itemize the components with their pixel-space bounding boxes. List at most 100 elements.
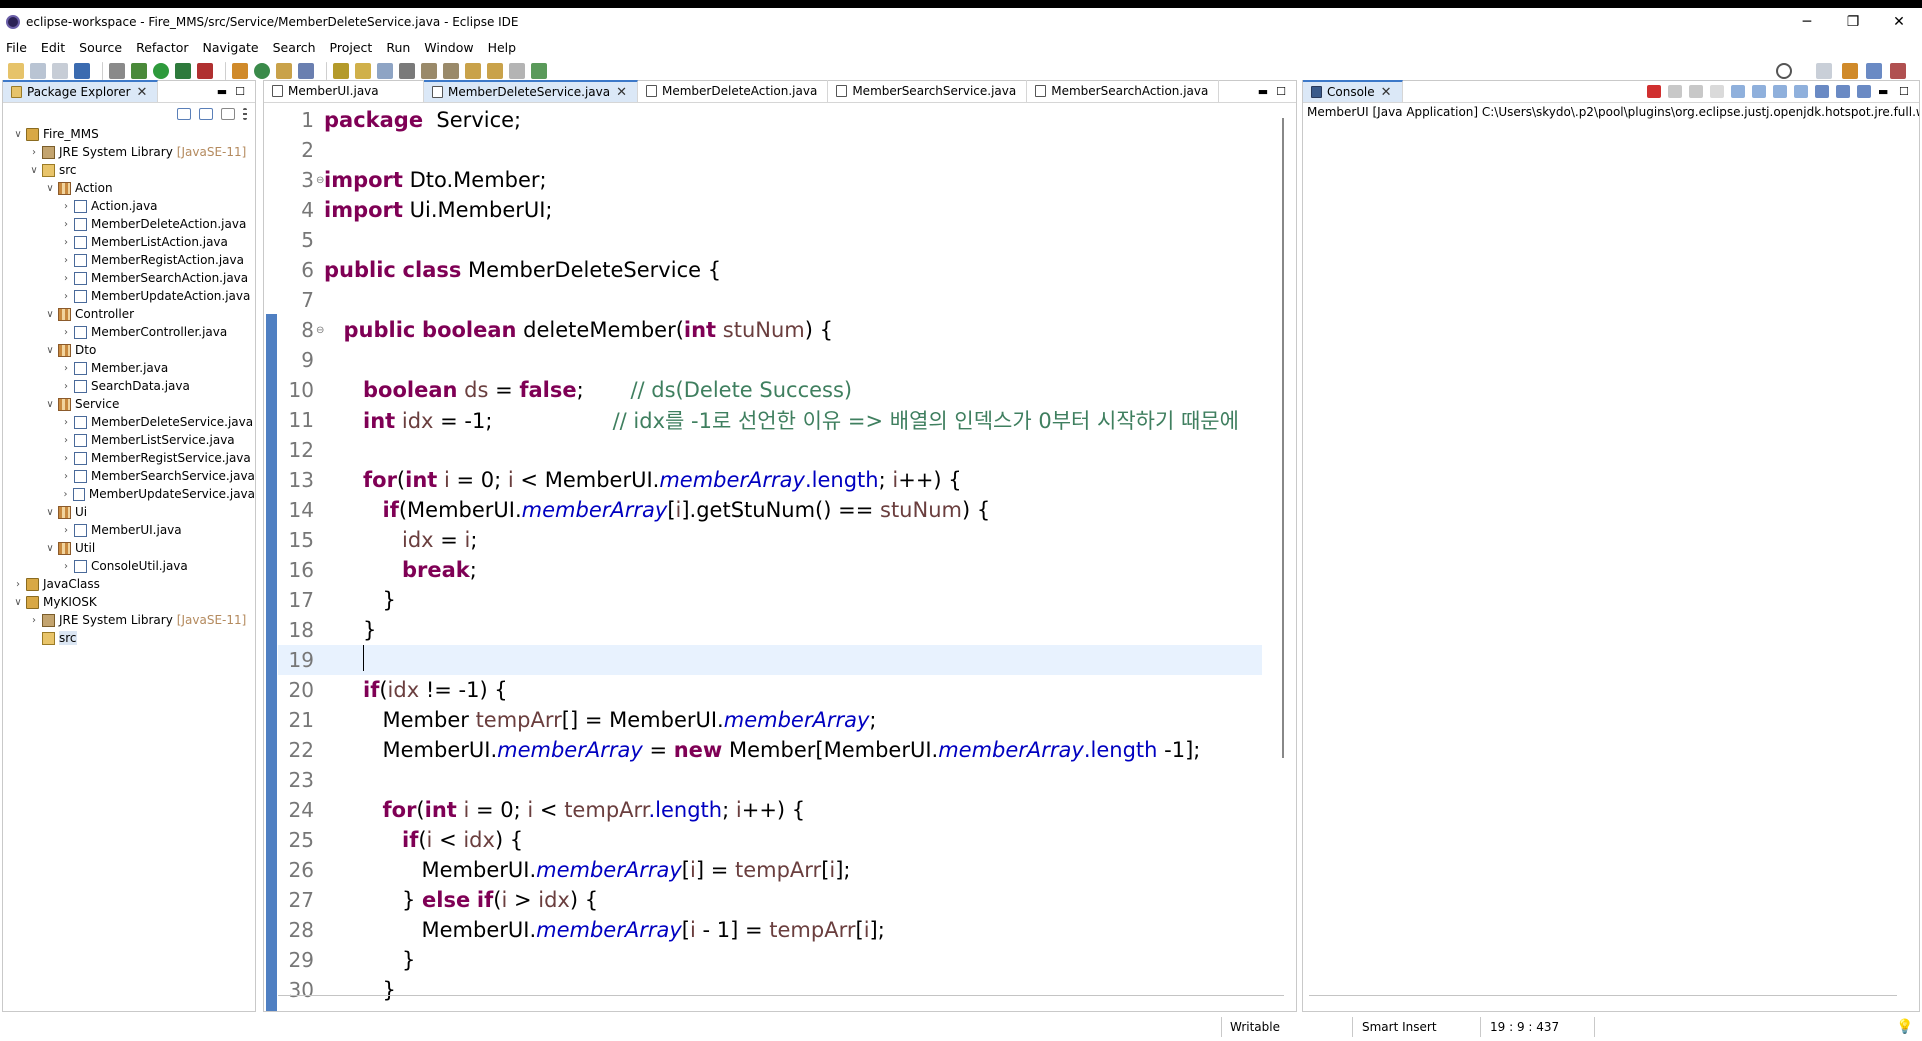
new-icon[interactable] [8, 63, 24, 79]
expanded-chevron-icon[interactable]: ∨ [45, 183, 55, 194]
fold-toggle-icon[interactable]: ⊖ [316, 175, 324, 186]
collapse-all-icon[interactable] [177, 108, 191, 120]
code-line[interactable]: 23 [278, 765, 1262, 795]
clear-console-icon[interactable] [1710, 85, 1724, 98]
maximize-view-icon[interactable]: ☐ [1899, 85, 1913, 98]
console-vertical-scrollbar[interactable] [1905, 121, 1915, 991]
editor-tab[interactable]: MemberDeleteService.java ✕ [424, 80, 638, 102]
filters-icon[interactable] [221, 108, 235, 120]
link-with-editor-icon[interactable] [199, 108, 213, 120]
toggle-mark-icon[interactable] [355, 63, 371, 79]
tree-item[interactable]: › ConsoleUtil.java [3, 557, 255, 575]
tree-item[interactable]: › JRE System Library [JavaSE-11] [3, 143, 255, 161]
collapsed-chevron-icon[interactable]: › [61, 237, 71, 248]
expanded-chevron-icon[interactable]: ∨ [45, 309, 55, 320]
menu-file[interactable]: File [6, 40, 27, 55]
tree-item[interactable]: › MemberUpdateService.java [3, 485, 255, 503]
menu-navigate[interactable]: Navigate [203, 40, 259, 55]
debug-perspective-icon[interactable] [1842, 63, 1858, 79]
vertical-scrollbar[interactable] [1276, 118, 1284, 758]
code-line[interactable]: 1 package Service; [278, 105, 1262, 135]
collapsed-chevron-icon[interactable]: › [61, 525, 71, 536]
tree-item[interactable]: › SearchData.java [3, 377, 255, 395]
new-java-package-icon[interactable] [232, 63, 248, 79]
close-icon[interactable]: ✕ [137, 85, 148, 100]
collapsed-chevron-icon[interactable]: › [61, 273, 71, 284]
tree-item[interactable]: ∨ Dto [3, 341, 255, 359]
menu-run[interactable]: Run [386, 40, 410, 55]
tree-item[interactable]: › Action.java [3, 197, 255, 215]
editor-tab[interactable]: MemberSearchService.java [828, 80, 1028, 102]
tree-item[interactable]: › MemberListService.java [3, 431, 255, 449]
open-type-icon[interactable] [276, 63, 292, 79]
editor-tab[interactable]: MemberDeleteAction.java [638, 80, 829, 102]
collapsed-chevron-icon[interactable]: › [61, 489, 70, 500]
git-perspective-icon[interactable] [1890, 63, 1906, 79]
tree-item[interactable]: › Member.java [3, 359, 255, 377]
tab-package-explorer[interactable]: Package Explorer ✕ [3, 80, 159, 102]
collapsed-chevron-icon[interactable]: › [61, 255, 71, 266]
console-horizontal-scrollbar[interactable] [1309, 995, 1897, 1007]
coverage-icon[interactable] [175, 63, 191, 79]
expanded-chevron-icon[interactable]: ∨ [45, 507, 55, 518]
code-line[interactable]: 22 MemberUI.memberArray = new Member[Memb… [278, 735, 1262, 765]
minimize-view-icon[interactable]: ▬ [1878, 85, 1892, 98]
code-line[interactable]: 5 [278, 225, 1262, 255]
code-line[interactable]: 26 MemberUI.memberArray[i] = tempArr[i]; [278, 855, 1262, 885]
tree-item[interactable]: › MemberRegistAction.java [3, 251, 255, 269]
minimize-button[interactable]: ─ [1784, 8, 1830, 36]
collapsed-chevron-icon[interactable]: › [61, 381, 71, 392]
code-line[interactable]: 7 [278, 285, 1262, 315]
code-line[interactable]: 19 [278, 644, 1262, 675]
menu-source[interactable]: Source [79, 40, 122, 55]
tree-item[interactable]: › MemberListAction.java [3, 233, 255, 251]
code-line[interactable]: 10 boolean ds = false; // ds(Delete Succe… [278, 375, 1262, 405]
collapsed-chevron-icon[interactable]: › [61, 561, 71, 572]
expanded-chevron-icon[interactable]: ∨ [45, 543, 55, 554]
search-icon[interactable] [1776, 63, 1792, 79]
tree-item[interactable]: ∨ Util [3, 539, 255, 557]
menu-edit[interactable]: Edit [41, 40, 65, 55]
collapsed-chevron-icon[interactable]: › [61, 453, 71, 464]
code-line[interactable]: 25 if(i < idx) { [278, 825, 1262, 855]
remove-all-icon[interactable] [1689, 85, 1703, 98]
code-line[interactable]: 13 for(int i = 0; i < MemberUI.memberArra… [278, 465, 1262, 495]
close-icon[interactable]: ✕ [1381, 85, 1392, 100]
tree-item[interactable]: › JRE System Library [JavaSE-11] [3, 611, 255, 629]
tree-item[interactable]: › MemberUpdateAction.java [3, 287, 255, 305]
collapsed-chevron-icon[interactable]: › [61, 291, 71, 302]
minimize-view-icon[interactable]: ▬ [1254, 85, 1272, 98]
horizontal-scrollbar[interactable] [278, 995, 1284, 1007]
java-perspective-icon[interactable] [1866, 63, 1882, 79]
code-line[interactable]: 17} [278, 585, 1262, 615]
annotation-icon[interactable] [333, 63, 349, 79]
tree-item[interactable]: src [3, 629, 255, 647]
editor-tab[interactable]: MemberSearchAction.java [1027, 80, 1220, 102]
collapsed-chevron-icon[interactable]: › [61, 201, 71, 212]
tree-item[interactable]: › MemberUI.java [3, 521, 255, 539]
tree-item[interactable]: › MemberSearchAction.java [3, 269, 255, 287]
collapsed-chevron-icon[interactable]: › [29, 147, 39, 158]
tree-item[interactable]: ∨ Ui [3, 503, 255, 521]
source-code[interactable]: 1 package Service; 2 3 ⊖ import Dto.Member; 4 i… [278, 105, 1262, 1005]
debug-icon[interactable] [131, 63, 147, 79]
previous-annotation-icon[interactable] [443, 63, 459, 79]
collapsed-chevron-icon[interactable]: › [61, 327, 71, 338]
collapsed-chevron-icon[interactable]: › [61, 417, 71, 428]
tree-item[interactable]: › MemberSearchService.java [3, 467, 255, 485]
display-console-icon[interactable] [1836, 85, 1850, 98]
code-line[interactable]: 15 idx = i; [278, 525, 1262, 555]
code-line[interactable]: 2 [278, 135, 1262, 165]
code-line[interactable]: 8 ⊖ public boolean deleteMember(int stuNum… [278, 315, 1262, 345]
insert-mode-status[interactable]: Smart Insert [1362, 1013, 1437, 1041]
code-line[interactable]: 12 [278, 435, 1262, 465]
code-line[interactable]: 29} [278, 945, 1262, 975]
expanded-chevron-icon[interactable]: ∨ [13, 129, 23, 140]
tree-item[interactable]: › MemberDeleteService.java [3, 413, 255, 431]
open-console-icon[interactable] [1857, 85, 1871, 98]
word-wrap-icon[interactable] [377, 63, 393, 79]
view-menu-icon[interactable] [243, 108, 247, 120]
maximize-view-icon[interactable]: ☐ [231, 85, 249, 98]
external-tools-icon[interactable] [197, 63, 213, 79]
maximize-view-icon[interactable]: ☐ [1272, 85, 1290, 98]
